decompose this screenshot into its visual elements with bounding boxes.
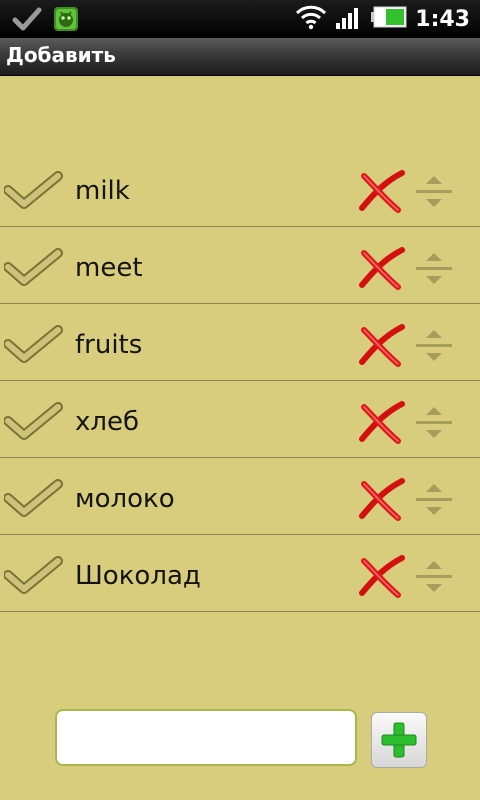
page-title: Добавить — [6, 43, 116, 67]
checkmark-icon[interactable] — [3, 401, 64, 449]
battery-icon — [371, 6, 407, 32]
list-item[interactable]: milk — [0, 150, 480, 227]
checkmark-icon[interactable] — [3, 247, 64, 295]
check-icon — [12, 5, 42, 37]
new-item-input[interactable] — [55, 709, 357, 766]
checkmark-icon[interactable] — [3, 478, 64, 526]
item-label: молоко — [75, 484, 175, 514]
drag-handle-icon[interactable] — [414, 559, 454, 599]
checkmark-icon[interactable] — [3, 324, 64, 372]
drag-handle-icon[interactable] — [414, 174, 454, 214]
shopping-list: milk meet fruits хлеб молоко Шоколад — [0, 150, 480, 612]
add-item-button[interactable] — [371, 712, 427, 768]
item-label: milk — [75, 176, 130, 206]
item-label: fruits — [75, 330, 143, 360]
title-bar: Добавить — [0, 38, 480, 76]
list-item[interactable]: молоко — [0, 458, 480, 535]
android-notification-icon — [52, 5, 80, 37]
list-item[interactable]: meet — [0, 227, 480, 304]
delete-icon[interactable] — [358, 247, 406, 295]
drag-handle-icon[interactable] — [414, 482, 454, 522]
delete-icon[interactable] — [358, 555, 406, 603]
status-time: 1:43 — [415, 6, 470, 32]
item-label: Шоколад — [75, 561, 201, 591]
delete-icon[interactable] — [358, 324, 406, 372]
list-item[interactable]: Шоколад — [0, 535, 480, 612]
item-label: meet — [75, 253, 143, 283]
wifi-icon — [295, 4, 327, 34]
drag-handle-icon[interactable] — [414, 251, 454, 291]
checkmark-icon[interactable] — [3, 555, 64, 603]
item-label: хлеб — [75, 407, 140, 437]
delete-icon[interactable] — [358, 478, 406, 526]
delete-icon[interactable] — [358, 401, 406, 449]
checkmark-icon[interactable] — [3, 170, 64, 218]
plus-icon — [381, 722, 417, 758]
delete-icon[interactable] — [358, 170, 406, 218]
drag-handle-icon[interactable] — [414, 328, 454, 368]
drag-handle-icon[interactable] — [414, 405, 454, 445]
signal-icon — [335, 4, 363, 34]
list-item[interactable]: fruits — [0, 304, 480, 381]
status-bar: 1:43 — [0, 0, 480, 38]
list-item[interactable]: хлеб — [0, 381, 480, 458]
